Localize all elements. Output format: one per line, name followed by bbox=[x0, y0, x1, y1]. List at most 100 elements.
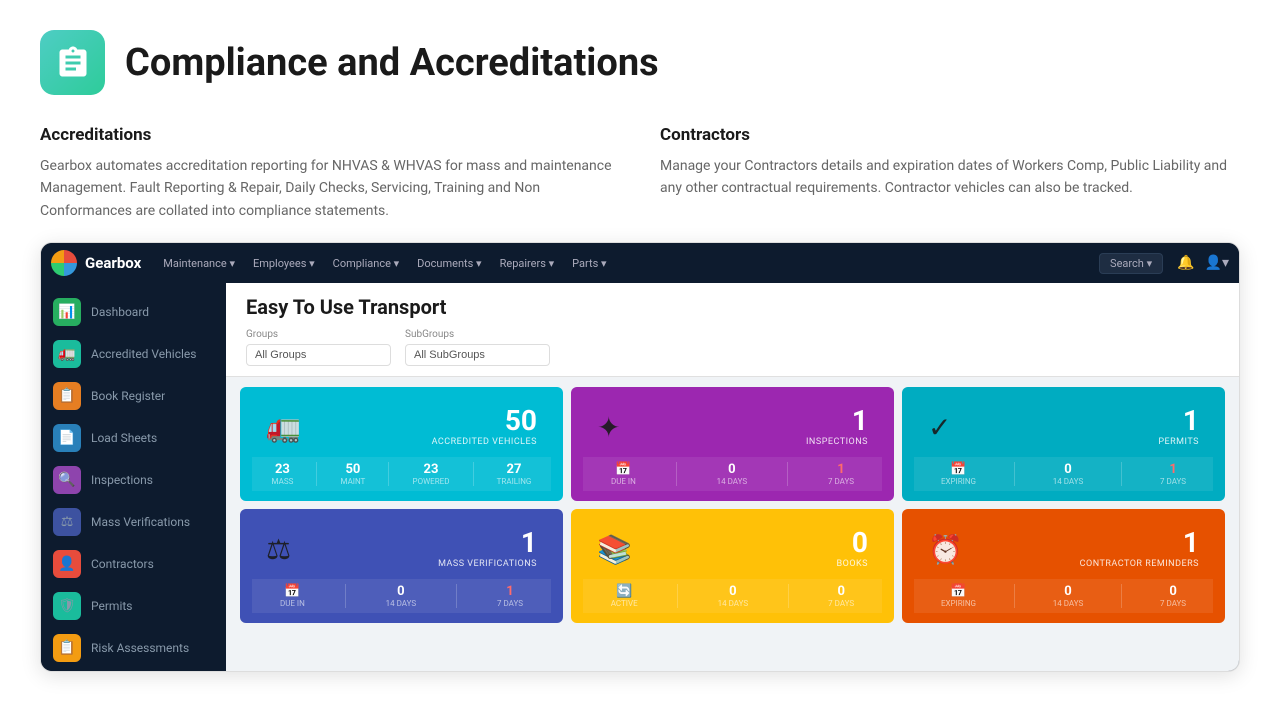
card-books[interactable]: 📚 0 BOOKS 🔄 ACTIVE bbox=[571, 509, 894, 623]
stat-expiring-contractors: 📅 EXPIRING bbox=[941, 584, 976, 608]
app-screenshot: Gearbox Maintenance ▾ Employees ▾ Compli… bbox=[40, 242, 1240, 672]
sidebar-item-risk-assessments[interactable]: 📋 Risk Assessments bbox=[41, 627, 226, 669]
sidebar-label-book-register: Book Register bbox=[91, 389, 165, 403]
sidebar-item-non-conformances[interactable]: ✕ Non Conformances bbox=[41, 669, 226, 672]
main-content: Easy To Use Transport Groups SubGroups bbox=[226, 283, 1239, 672]
cards-row-2: ⚖ 1 MASS VERIFICATIONS 📅 DUE IN bbox=[240, 509, 1225, 623]
mass-count: 1 bbox=[438, 529, 537, 557]
app-navbar: Gearbox Maintenance ▾ Employees ▾ Compli… bbox=[41, 243, 1239, 283]
nav-icons: 🔔 👤▾ bbox=[1177, 255, 1229, 271]
app-body: 📊 Dashboard 🚛 Accredited Vehicles 📋 Book… bbox=[41, 283, 1239, 672]
permits-label: PERMITS bbox=[1158, 437, 1199, 447]
inspections-label: INSPECTIONS bbox=[806, 437, 868, 447]
books-count: 0 bbox=[837, 529, 868, 557]
vehicles-count: 50 bbox=[432, 407, 537, 435]
permits-count: 1 bbox=[1158, 407, 1199, 435]
accredited-vehicles-icon: 🚛 bbox=[53, 340, 81, 368]
card-number-area-books: 0 BOOKS bbox=[837, 529, 868, 569]
sidebar-item-load-sheets[interactable]: 📄 Load Sheets bbox=[41, 417, 226, 459]
stat-due-in-mass: 📅 DUE IN bbox=[280, 584, 305, 608]
stat-expiring: 📅 EXPIRING bbox=[941, 462, 976, 486]
nav-maintenance[interactable]: Maintenance ▾ bbox=[157, 253, 241, 274]
card-number-area-contractors: 1 CONTRACTOR REMINDERS bbox=[1080, 529, 1199, 569]
nav-repairers[interactable]: Repairers ▾ bbox=[494, 253, 561, 274]
risk-assessments-icon: 📋 bbox=[53, 634, 81, 662]
sidebar-label-accredited-vehicles: Accredited Vehicles bbox=[91, 347, 196, 361]
nav-documents[interactable]: Documents ▾ bbox=[411, 253, 487, 274]
app-logo: Gearbox bbox=[51, 250, 141, 276]
sidebar-label-risk-assessments: Risk Assessments bbox=[91, 641, 189, 655]
card-icon-inspections: ✦ bbox=[597, 411, 620, 444]
card-stats-books: 🔄 ACTIVE 0 14 DAYS 0 7 DAYS bbox=[583, 579, 882, 613]
subgroups-filter: SubGroups bbox=[405, 329, 550, 366]
stat-14days-mass: 0 14 DAYS bbox=[386, 584, 417, 608]
card-icon-vehicles: 🚛 bbox=[266, 411, 301, 444]
cards-area: 🚛 50 ACCREDITED VEHICLES 23 MASS bbox=[226, 377, 1239, 633]
stat-7days-contractors: 0 7 DAYS bbox=[1160, 584, 1186, 608]
card-number-area-mass: 1 MASS VERIFICATIONS bbox=[438, 529, 537, 569]
page-title: Compliance and Accreditations bbox=[125, 41, 659, 85]
card-stats-permits: 📅 EXPIRING 0 14 DAYS 1 7 DAYS bbox=[914, 457, 1213, 491]
card-contractor-reminders[interactable]: ⏰ 1 CONTRACTOR REMINDERS 📅 EXPIRING bbox=[902, 509, 1225, 623]
logo-circle bbox=[51, 250, 77, 276]
subgroups-label: SubGroups bbox=[405, 329, 550, 340]
inspections-icon: 🔍 bbox=[53, 466, 81, 494]
vehicles-label: ACCREDITED VEHICLES bbox=[432, 437, 537, 447]
sidebar-label-permits: Permits bbox=[91, 599, 132, 613]
user-icon[interactable]: 👤▾ bbox=[1205, 255, 1229, 271]
contractors-text: Manage your Contractors details and expi… bbox=[660, 155, 1240, 200]
permits-icon: 🛡 bbox=[53, 592, 81, 620]
sidebar-item-inspections[interactable]: 🔍 Inspections bbox=[41, 459, 226, 501]
sidebar-item-contractors[interactable]: 👤 Contractors bbox=[41, 543, 226, 585]
subgroups-input[interactable] bbox=[405, 344, 550, 366]
nav-compliance[interactable]: Compliance ▾ bbox=[327, 253, 406, 274]
card-main-accredited: 🚛 50 ACCREDITED VEHICLES bbox=[252, 397, 551, 457]
card-main-permits: ✓ 1 PERMITS bbox=[914, 397, 1213, 457]
stat-14days-permits: 0 14 DAYS bbox=[1053, 462, 1084, 486]
card-mass-verifications[interactable]: ⚖ 1 MASS VERIFICATIONS 📅 DUE IN bbox=[240, 509, 563, 623]
sidebar-label-inspections: Inspections bbox=[91, 473, 153, 487]
card-permits[interactable]: ✓ 1 PERMITS 📅 EXPIRING bbox=[902, 387, 1225, 501]
stat-active-books: 🔄 ACTIVE bbox=[611, 584, 638, 608]
page-icon bbox=[40, 30, 105, 95]
card-number-area-inspections: 1 INSPECTIONS bbox=[806, 407, 868, 447]
sidebar-item-book-register[interactable]: 📋 Book Register bbox=[41, 375, 226, 417]
contractors-col: Contractors Manage your Contractors deta… bbox=[660, 125, 1240, 222]
stat-7days: 1 7 DAYS bbox=[828, 462, 854, 486]
card-stats-vehicles: 23 MASS 50 MAINT 23 POWERED bbox=[252, 457, 551, 491]
stat-14days-books: 0 14 DAYS bbox=[718, 584, 749, 608]
stat-trailing: 27 TRAILING bbox=[497, 462, 532, 486]
card-icon-books: 📚 bbox=[597, 533, 632, 566]
card-number-area-permits: 1 PERMITS bbox=[1158, 407, 1199, 447]
accreditations-heading: Accreditations bbox=[40, 125, 620, 145]
sidebar: 📊 Dashboard 🚛 Accredited Vehicles 📋 Book… bbox=[41, 283, 226, 672]
bell-icon[interactable]: 🔔 bbox=[1177, 255, 1194, 271]
main-header: Easy To Use Transport Groups SubGroups bbox=[226, 283, 1239, 377]
card-inspections[interactable]: ✦ 1 INSPECTIONS 📅 DUE IN bbox=[571, 387, 894, 501]
stat-powered: 23 POWERED bbox=[413, 462, 450, 486]
sidebar-label-load-sheets: Load Sheets bbox=[91, 431, 157, 445]
sidebar-item-permits[interactable]: 🛡 Permits bbox=[41, 585, 226, 627]
contractors-count: 1 bbox=[1080, 529, 1199, 557]
contractors-reminders-label: CONTRACTOR REMINDERS bbox=[1080, 559, 1199, 569]
sidebar-item-accredited-vehicles[interactable]: 🚛 Accredited Vehicles bbox=[41, 333, 226, 375]
search-button[interactable]: Search ▾ bbox=[1099, 253, 1163, 274]
stat-7days-permits: 1 7 DAYS bbox=[1160, 462, 1186, 486]
card-main-books: 📚 0 BOOKS bbox=[583, 519, 882, 579]
groups-input[interactable] bbox=[246, 344, 391, 366]
sidebar-item-mass-verifications[interactable]: ⚖ Mass Verifications bbox=[41, 501, 226, 543]
contractors-heading: Contractors bbox=[660, 125, 1240, 145]
book-register-icon: 📋 bbox=[53, 382, 81, 410]
cards-row-1: 🚛 50 ACCREDITED VEHICLES 23 MASS bbox=[240, 387, 1225, 501]
stat-7days-mass: 1 7 DAYS bbox=[497, 584, 523, 608]
stat-14days-contractors: 0 14 DAYS bbox=[1053, 584, 1084, 608]
accreditations-text: Gearbox automates accreditation reportin… bbox=[40, 155, 620, 222]
logo-text: Gearbox bbox=[85, 254, 141, 272]
page-header: Compliance and Accreditations bbox=[0, 0, 1280, 115]
main-title: Easy To Use Transport bbox=[246, 295, 1219, 319]
sidebar-item-dashboard[interactable]: 📊 Dashboard bbox=[41, 291, 226, 333]
nav-parts[interactable]: Parts ▾ bbox=[566, 253, 612, 274]
nav-employees[interactable]: Employees ▾ bbox=[247, 253, 321, 274]
content-columns: Accreditations Gearbox automates accredi… bbox=[0, 115, 1280, 242]
card-accredited-vehicles[interactable]: 🚛 50 ACCREDITED VEHICLES 23 MASS bbox=[240, 387, 563, 501]
